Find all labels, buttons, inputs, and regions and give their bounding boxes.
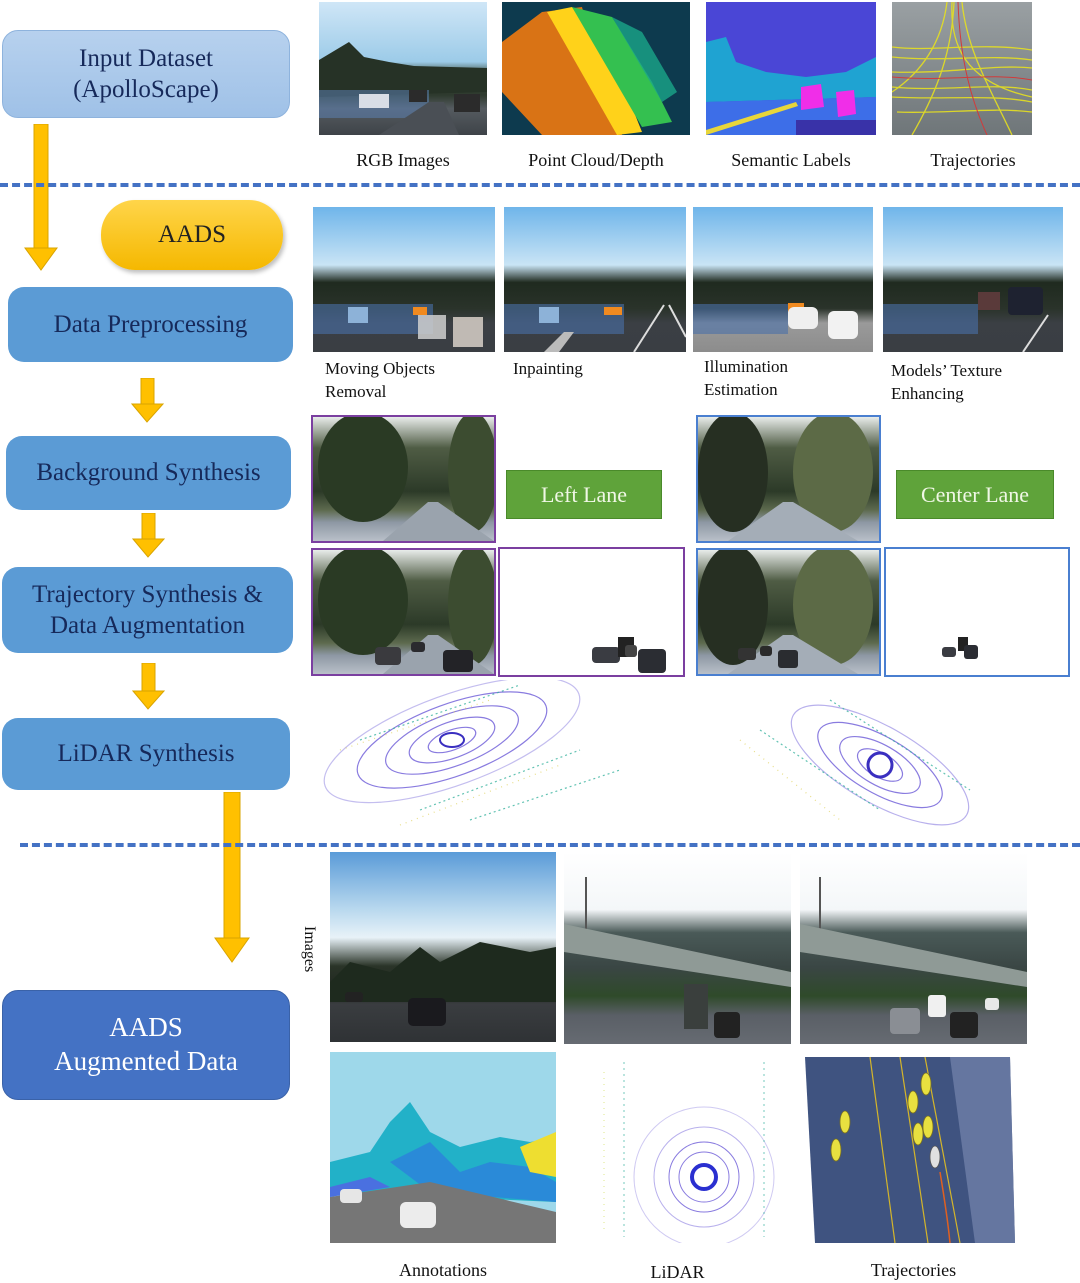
caption-line: Models’ Texture <box>891 361 1003 380</box>
point-cloud-thumbnail <box>502 2 690 135</box>
tree-road-cars-graphic <box>318 550 494 674</box>
lane-label-text: Left Lane <box>540 481 628 507</box>
output-subtitle: Augmented Data <box>54 1046 238 1076</box>
overpass-scene-graphic <box>564 877 791 1038</box>
road-scene-graphic <box>883 287 1049 352</box>
rgb-image-thumbnail <box>319 2 487 135</box>
road-scene-graphic <box>330 942 556 1026</box>
caption-line: Removal <box>325 381 387 401</box>
tree-road-graphic <box>318 417 494 541</box>
caption-line: Estimation <box>704 379 778 399</box>
road-scene-graphic <box>319 42 487 135</box>
output-image-2 <box>564 852 791 1044</box>
vehicles-graphic <box>592 637 666 673</box>
caption-semantic-labels: Semantic Labels <box>731 150 851 170</box>
semantic-labels-thumbnail <box>706 2 876 135</box>
lidar-output-image <box>564 1052 791 1243</box>
trajectories-topdown-graphic <box>805 1056 1015 1243</box>
center-lane-label: Center Lane <box>896 470 1054 519</box>
arrow-down-icon <box>24 124 58 271</box>
road-scene-graphic <box>313 304 483 347</box>
step-label-line1: Trajectory Synthesis & <box>31 580 264 608</box>
step-label: Data Preprocessing <box>53 310 248 338</box>
texture-enhancing-image <box>883 207 1063 352</box>
caption-illumination-estimation: Illumination Estimation <box>704 356 874 402</box>
caption-line: Illumination <box>704 357 789 376</box>
left-lane-synthesized-image <box>311 548 496 676</box>
input-dataset-title: Input Dataset <box>79 44 213 72</box>
illumination-estimation-image <box>693 207 873 352</box>
step-label: LiDAR Synthesis <box>57 740 235 768</box>
caption-lidar: LiDAR <box>650 1262 705 1282</box>
step-background-synthesis: Background Synthesis <box>6 436 291 510</box>
annotations-graphic <box>330 1102 556 1243</box>
center-lane-background-image <box>696 415 881 543</box>
vehicles-graphic <box>942 637 978 659</box>
moving-objects-removal-image <box>313 207 495 352</box>
lidar-topdown-graphic <box>603 1062 775 1243</box>
trajectories-thumbnail <box>892 2 1032 135</box>
arrow-down-icon <box>214 792 250 963</box>
left-lane-background-image <box>311 415 496 543</box>
section-divider <box>0 183 1080 187</box>
tree-road-cars-graphic <box>698 550 873 674</box>
output-image-3 <box>800 852 1027 1044</box>
road-scene-graphic <box>504 304 686 352</box>
center-lane-vehicles-layer <box>884 547 1070 677</box>
caption-line: Inpainting <box>513 359 583 378</box>
output-augmented-data-box: AADS Augmented Data <box>2 990 290 1100</box>
input-dataset-box: Input Dataset (ApolloScape) <box>2 30 290 118</box>
aads-pill: AADS <box>101 200 283 270</box>
point-cloud-graphic <box>502 7 677 135</box>
inpainting-image <box>504 207 686 352</box>
step-trajectory-synthesis: Trajectory Synthesis & Data Augmentation <box>2 567 293 653</box>
trajectories-output-image <box>800 1052 1027 1243</box>
caption-trajectories: Trajectories <box>930 150 1016 170</box>
caption-line: Enhancing <box>891 383 964 403</box>
step-label: Background Synthesis <box>36 459 261 487</box>
caption-texture-enhancing: Models’ Texture Enhancing <box>891 360 1071 406</box>
overpass-scene-graphic <box>800 877 1027 1038</box>
left-lane-label: Left Lane <box>506 470 662 519</box>
caption-rgb-images: RGB Images <box>356 150 450 170</box>
caption-output-trajectories: Trajectories <box>870 1260 957 1280</box>
lidar-point-cloud-right <box>739 699 971 826</box>
output-image-1 <box>330 852 556 1042</box>
arrow-down-icon <box>132 663 166 710</box>
arrow-down-icon <box>131 378 165 423</box>
tree-road-graphic <box>698 417 873 541</box>
caption-moving-objects-removal: Moving Objects Removal <box>325 358 500 404</box>
lane-label-text: Center Lane <box>920 481 1030 507</box>
output-title: AADS <box>109 1012 183 1043</box>
left-lane-vehicles-layer <box>498 547 685 677</box>
section-divider <box>20 843 1080 847</box>
semantic-labels-graphic <box>706 37 876 135</box>
caption-inpainting: Inpainting <box>513 358 683 381</box>
step-data-preprocessing: Data Preprocessing <box>8 287 293 362</box>
annotations-image <box>330 1052 556 1243</box>
arrow-down-icon <box>132 513 166 558</box>
step-lidar-synthesis: LiDAR Synthesis <box>2 718 290 790</box>
images-row-label: Images <box>301 926 318 973</box>
trajectories-graphic <box>892 2 1032 135</box>
input-dataset-subtitle: (ApolloScape) <box>73 76 219 103</box>
caption-annotations: Annotations <box>399 1260 487 1280</box>
lidar-point-cloud-left <box>323 680 621 826</box>
aads-pill-label: AADS <box>157 221 227 248</box>
road-scene-graphic <box>693 303 858 339</box>
step-label-line2: Data Augmentation <box>49 612 246 639</box>
center-lane-synthesized-image <box>696 548 881 676</box>
caption-line: Moving Objects <box>325 359 436 378</box>
caption-point-cloud: Point Cloud/Depth <box>528 150 664 170</box>
